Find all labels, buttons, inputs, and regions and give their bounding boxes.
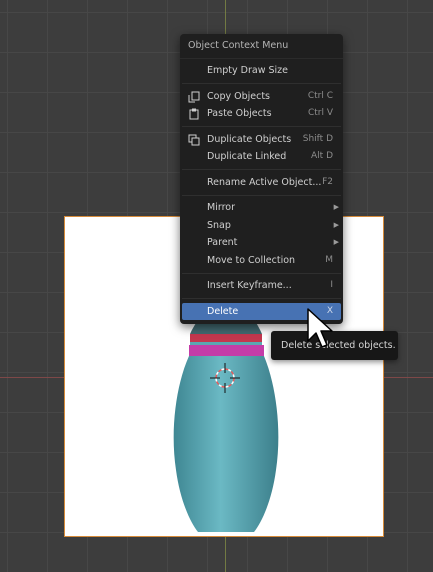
menu-item-duplicate-linked[interactable]: Duplicate Linked Alt D bbox=[180, 148, 343, 166]
object-context-menu: Object Context Menu Empty Draw Size Copy… bbox=[180, 34, 343, 324]
submenu-arrow-icon: ▶ bbox=[333, 238, 339, 246]
menu-item-label: Move to Collection bbox=[207, 254, 296, 266]
menu-separator bbox=[182, 298, 341, 299]
menu-item-move-to-collection[interactable]: Move to Collection M bbox=[180, 252, 343, 270]
submenu-arrow-icon: ▶ bbox=[333, 220, 339, 229]
paste-icon bbox=[189, 108, 199, 120]
menu-item-duplicate-objects[interactable]: Duplicate Objects Shift D bbox=[180, 131, 343, 149]
submenu-arrow-icon: ▶ bbox=[333, 203, 339, 211]
menu-separator bbox=[182, 272, 341, 274]
menu-separator bbox=[182, 169, 341, 170]
menu-item-shortcut: I bbox=[330, 280, 333, 290]
menu-item-paste-objects[interactable]: Paste Objects Ctrl V bbox=[180, 105, 343, 123]
menu-item-label: Mirror bbox=[207, 202, 235, 213]
pin-pink-stripe bbox=[189, 345, 264, 356]
menu-item-insert-keyframe[interactable]: Insert Keyframe... I bbox=[180, 277, 343, 295]
menu-item-label: Delete bbox=[207, 305, 239, 317]
3d-cursor-icon[interactable] bbox=[210, 363, 240, 393]
menu-item-label: Parent bbox=[207, 237, 238, 248]
menu-item-label: Snap bbox=[207, 219, 231, 231]
menu-separator bbox=[182, 83, 341, 84]
menu-item-label: Paste Objects bbox=[207, 108, 272, 119]
menu-item-label: Rename Active Object... bbox=[207, 176, 322, 188]
menu-item-shortcut: Alt D bbox=[311, 151, 333, 161]
menu-item-rename-active-object[interactable]: Rename Active Object... F2 bbox=[180, 174, 343, 192]
menu-item-label: Copy Objects bbox=[207, 90, 271, 102]
menu-title: Object Context Menu bbox=[180, 34, 343, 59]
menu-item-shortcut: Ctrl C bbox=[307, 90, 333, 101]
menu-separator bbox=[182, 126, 341, 127]
menu-item-label: Empty Draw Size bbox=[207, 65, 288, 76]
menu-item-label: Duplicate Objects bbox=[207, 133, 292, 145]
menu-separator bbox=[182, 194, 341, 196]
copy-icon bbox=[188, 91, 200, 102]
menu-item-shortcut: Shift D bbox=[302, 133, 333, 144]
duplicate-icon bbox=[188, 134, 200, 145]
menu-item-copy-objects[interactable]: Copy Objects Ctrl C bbox=[180, 88, 343, 106]
menu-item-shortcut: M bbox=[325, 254, 333, 265]
menu-item-shortcut: Ctrl V bbox=[307, 108, 333, 118]
menu-item-label: Duplicate Linked bbox=[207, 151, 287, 162]
mouse-pointer-icon bbox=[307, 308, 333, 348]
menu-item-snap[interactable]: Snap ▶ bbox=[180, 217, 343, 235]
menu-item-parent[interactable]: Parent ▶ bbox=[180, 234, 343, 252]
menu-item-mirror[interactable]: Mirror ▶ bbox=[180, 199, 343, 217]
tooltip-text: Delete selected objects. bbox=[281, 340, 396, 351]
pin-red-stripe bbox=[190, 334, 262, 342]
menu-item-empty-draw-size[interactable]: Empty Draw Size bbox=[180, 62, 343, 80]
menu-item-shortcut: F2 bbox=[322, 176, 333, 187]
menu-item-label: Insert Keyframe... bbox=[207, 280, 292, 291]
